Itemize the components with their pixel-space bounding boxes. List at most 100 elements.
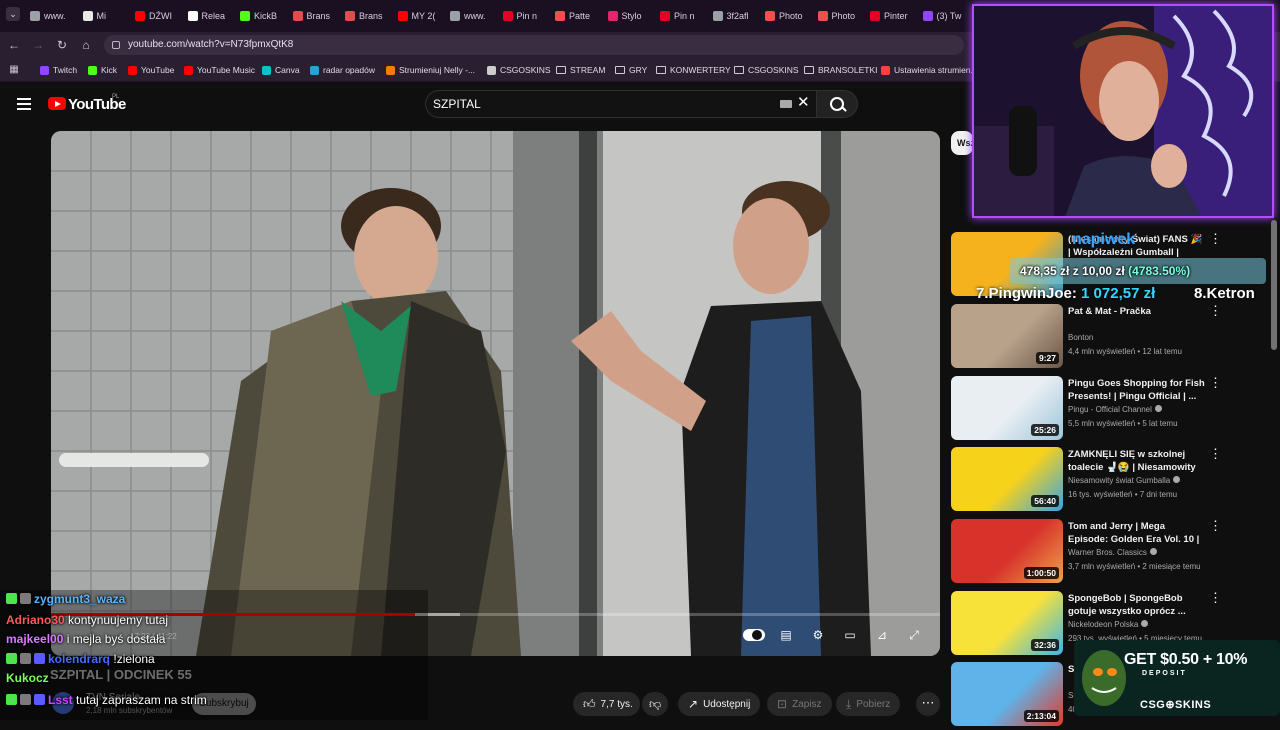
recommended-channel[interactable]: Bonton (1068, 333, 1093, 342)
tab-label: (3) Tw (936, 11, 962, 21)
bookmark-item[interactable]: Canva (262, 63, 300, 77)
recommended-video[interactable]: 25:26 Pingu Goes Shopping for Fish Presen… (951, 376, 1271, 444)
folder-icon (556, 66, 566, 74)
recommended-video-title[interactable]: Pat & Mat - Pračka (1068, 305, 1206, 318)
browser-tab[interactable]: KickB (240, 6, 288, 26)
clear-search-icon[interactable]: ✕ (797, 95, 810, 111)
youtube-logo-icon[interactable] (48, 97, 66, 110)
recommended-video[interactable]: 1:00:50 Tom and Jerry | Mega Episode: Gol… (951, 519, 1271, 587)
browser-tab[interactable]: Pin n (502, 6, 551, 26)
browser-tab[interactable]: DŹWI (135, 6, 183, 26)
tab-label: DŹWI (149, 11, 172, 21)
browser-tab[interactable]: Brans (345, 6, 393, 26)
streamer-webcam (972, 4, 1274, 218)
recommended-channel[interactable]: Nickelodeon Polska (1068, 620, 1149, 629)
chat-username: Adriano30 (6, 613, 65, 627)
recommended-video-title[interactable]: Tom and Jerry | Mega Episode: Golden Era… (1068, 520, 1206, 547)
more-options-icon[interactable]: ⋮ (1209, 376, 1222, 390)
bookmark-folder[interactable]: BRANSOLETKI (804, 63, 878, 77)
more-options-icon[interactable]: ⋮ (1209, 232, 1222, 246)
filter-chip-all[interactable]: Wszystkie (951, 131, 973, 155)
browser-tab[interactable]: Photo (765, 6, 813, 26)
like-count: 7,7 tys. (600, 698, 633, 710)
bookmark-label: BRANSOLETKI (818, 65, 878, 75)
search-button[interactable] (816, 90, 858, 118)
bookmark-item[interactable]: Ustawienia strumien... (881, 63, 978, 77)
keyboard-icon[interactable] (780, 100, 792, 108)
recommended-channel[interactable]: Pingu - Official Channel (1068, 405, 1162, 414)
scrollbar[interactable] (1271, 220, 1277, 350)
bookmark-folder[interactable]: KONWERTERY (656, 63, 731, 77)
folder-icon (804, 66, 814, 74)
bookmark-item[interactable]: Strumieniuj Nelly -... (386, 63, 475, 77)
browser-tab[interactable]: Patte (555, 6, 603, 26)
tab-label: Photo (779, 11, 803, 21)
apps-grid-icon[interactable]: ▦ (6, 62, 22, 78)
browser-tab[interactable]: Photo (817, 6, 866, 26)
video-thumbnail[interactable]: 56:40 (951, 447, 1063, 511)
settings-icon[interactable]: ⚙ (810, 628, 826, 642)
recommended-channel[interactable]: Warner Bros. Classics (1068, 548, 1157, 557)
video-thumbnail[interactable]: 1:00:50 (951, 519, 1063, 583)
subtitles-icon[interactable]: ▤ (778, 628, 794, 642)
forward-icon[interactable]: → (30, 37, 46, 53)
download-button[interactable]: ⤓ Pobierz (836, 692, 901, 716)
browser-tab[interactable]: www. (30, 6, 78, 26)
theater-mode-icon[interactable]: ▭ (842, 628, 858, 642)
save-button[interactable]: ⊡ Zapisz (767, 692, 832, 716)
recommended-video[interactable]: 56:40 ZAMKNĘLI SIĘ w szkolnej toalecie 🚽😭… (951, 447, 1271, 515)
recommended-channel[interactable]: Niesamowity świat Gumballa (1068, 476, 1181, 485)
chat-badge-icon (6, 653, 17, 664)
search-input[interactable] (425, 90, 816, 118)
autoplay-toggle[interactable] (743, 629, 765, 641)
address-bar[interactable]: youtube.com/watch?v=N73fpmxQtK8 (104, 35, 964, 55)
cast-icon[interactable]: ⊿ (874, 628, 890, 642)
tab-search-menu-button[interactable]: ⌄ (6, 7, 20, 21)
more-options-icon[interactable]: ⋮ (1209, 519, 1222, 533)
browser-tab[interactable]: 3f2afl (712, 6, 761, 26)
recommended-video-title[interactable]: Pingu Goes Shopping for Fish Presents! |… (1068, 377, 1206, 403)
fullscreen-icon[interactable]: ⤢ (906, 628, 922, 642)
home-icon[interactable]: ⌂ (78, 37, 94, 53)
browser-tab[interactable]: www. (450, 6, 498, 26)
more-options-icon[interactable]: ⋮ (1209, 304, 1222, 318)
browser-tab[interactable]: Stylo (607, 6, 656, 26)
browser-tab[interactable]: Pinter (870, 6, 918, 26)
bookmark-folder[interactable]: STREAM (556, 63, 605, 77)
tab-favicon-icon (345, 11, 355, 21)
like-button[interactable]: 👍︎ 7,7 tys. (573, 692, 640, 716)
dislike-button[interactable]: 👎︎ (642, 692, 668, 716)
browser-tab[interactable]: MY 2( (397, 6, 446, 26)
bookmark-item[interactable]: YouTube Music (184, 63, 255, 77)
bookmark-folder[interactable]: CSGOSKINS (734, 63, 799, 77)
bookmark-item[interactable]: Twitch (40, 63, 77, 77)
more-actions-button[interactable]: ⋯ (916, 692, 940, 716)
menu-icon[interactable] (17, 98, 31, 110)
video-thumbnail[interactable]: 25:26 (951, 376, 1063, 440)
recommended-video[interactable]: 9:27 Pat & Mat - Pračka Bonton 4,4 mln wyśw… (951, 304, 1271, 372)
tab-favicon-icon (292, 11, 303, 21)
video-thumbnail[interactable]: 9:27 (951, 304, 1063, 368)
bookmark-item[interactable]: YouTube (128, 63, 174, 77)
video-thumbnail[interactable]: 2:13:04 (951, 662, 1063, 726)
bookmark-item[interactable]: radar opadów (310, 63, 375, 77)
browser-tab[interactable]: Relea (187, 6, 236, 26)
site-info-icon[interactable] (112, 41, 120, 49)
bookmark-item[interactable]: CSGOSKINS (487, 63, 551, 77)
recommended-video-title[interactable]: ZAMKNĘLI SIĘ w szkolnej toalecie 🚽😭 | Ni… (1068, 448, 1206, 475)
browser-tab[interactable]: Mi (82, 6, 131, 26)
bookmark-item[interactable]: Kick (88, 63, 117, 77)
browser-tab[interactable]: Brans (292, 6, 341, 26)
more-options-icon[interactable]: ⋮ (1209, 447, 1222, 461)
reload-icon[interactable]: ↻ (54, 37, 70, 53)
back-icon[interactable]: ← (6, 37, 22, 53)
bookmark-folder[interactable]: GRY (615, 63, 647, 77)
browser-tab[interactable]: (3) Tw (922, 6, 971, 26)
video-thumbnail[interactable]: 32:36 (951, 591, 1063, 655)
browser-tab[interactable]: Pin n (660, 6, 708, 26)
tab-favicon-icon (30, 11, 40, 21)
more-options-icon[interactable]: ⋮ (1209, 591, 1222, 605)
recommended-video-title[interactable]: SpongeBob | SpongeBob gotuje wszystko op… (1068, 592, 1206, 618)
share-button[interactable]: ↗ Udostępnij (678, 692, 761, 716)
video-player[interactable]: ▤ ⚙ ▭ ⊿ ⤢ (51, 131, 940, 656)
